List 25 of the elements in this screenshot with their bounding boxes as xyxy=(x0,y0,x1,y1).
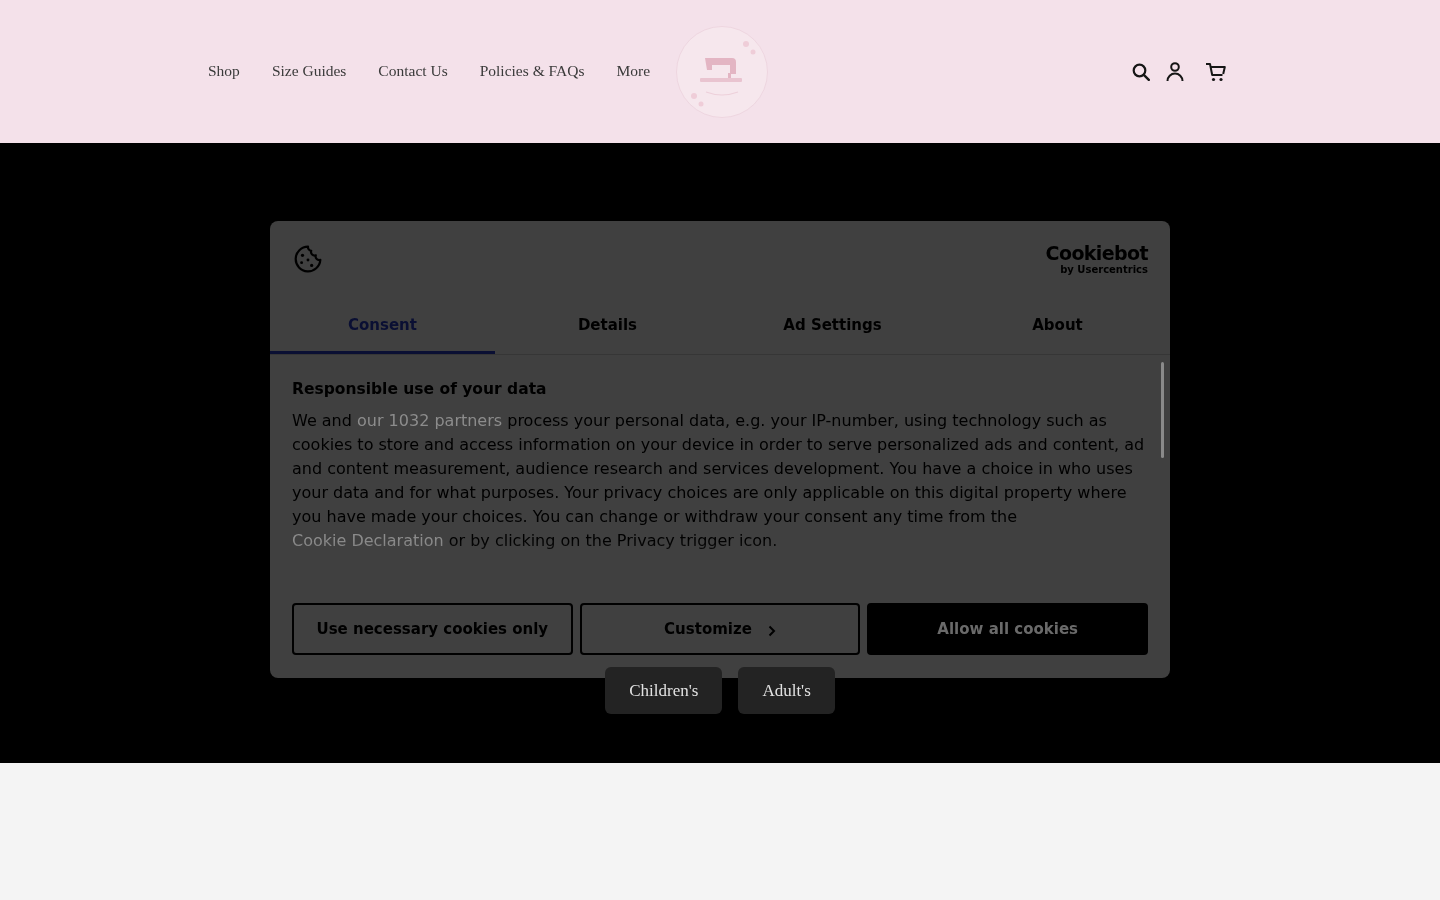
inline-link[interactable]: our 1032 partners xyxy=(357,411,503,430)
inline-link[interactable]: Cookie Declaration xyxy=(292,531,444,550)
search-icon[interactable] xyxy=(1132,62,1150,81)
category-button[interactable]: Adult's xyxy=(738,667,835,714)
user-icon[interactable] xyxy=(1166,61,1184,82)
consent-text: We and our 1032 partners process your personal data, e.g. your IP-number, using technology such as cookies to store and access information on your device in order to serve personalized ads and content, ad and content measurement, audience research and services development. You have a choice in who uses your data and for what purposes. Your privacy choices are only applicable on this digital property where you have made your choices. You can change or withdraw your consent any time from the Cookie Declaration or by clicking on the Privacy trigger icon. xyxy=(292,410,1146,552)
nav-link[interactable]: Size Guides xyxy=(271,62,347,81)
section-heading: Responsible use of your data xyxy=(292,379,548,399)
dialog-tab[interactable]: Details xyxy=(495,297,720,354)
cookie-icon xyxy=(292,243,324,275)
consent-button[interactable]: Allow all cookies xyxy=(867,603,1148,655)
dialog-tab[interactable]: Ad Settings xyxy=(720,297,945,354)
consent-button[interactable]: Use necessary cookies only xyxy=(292,603,573,655)
nav-link[interactable]: Policies & FAQs xyxy=(479,62,585,81)
chevron-icon xyxy=(767,625,776,637)
nav-link[interactable]: More xyxy=(616,62,651,81)
nav-link[interactable]: Shop xyxy=(208,62,240,81)
category-button[interactable]: Children's xyxy=(605,667,723,714)
scrollbar-thumb[interactable] xyxy=(1161,362,1164,458)
consent-button[interactable]: Customize xyxy=(579,603,861,655)
nav-link[interactable]: Contact Us xyxy=(378,62,448,81)
cart-icon[interactable] xyxy=(1205,61,1226,82)
dialog-tab[interactable]: About xyxy=(945,297,1170,354)
brand-wordmark: Cookiebot xyxy=(1045,244,1148,263)
brand-byline: by Usercentrics xyxy=(1059,265,1148,275)
